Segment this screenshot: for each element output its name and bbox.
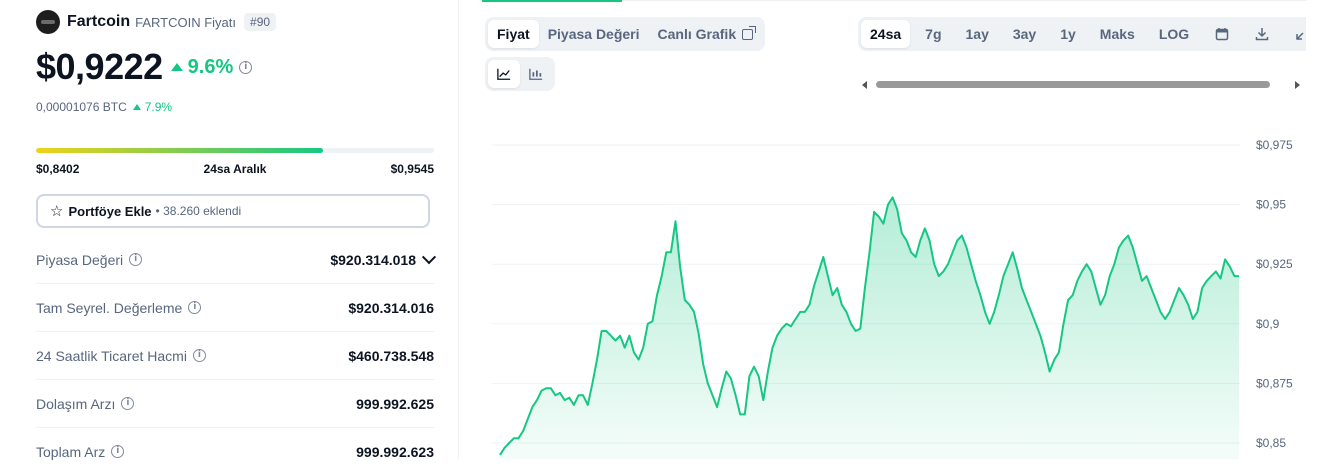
star-icon: ☆ (50, 202, 64, 220)
range-max[interactable]: Maks (1091, 20, 1144, 48)
range-1m[interactable]: 1ay (957, 20, 998, 48)
stat-label: Piyasa Değeri (36, 251, 124, 268)
download-icon (1255, 28, 1269, 41)
info-icon[interactable]: i (239, 60, 253, 74)
range-label[interactable]: 24sa Aralık (204, 162, 267, 176)
y-tick-label: $0,975 (1256, 138, 1293, 152)
stat-value: $460.738.548 (348, 347, 434, 364)
add-to-portfolio-button[interactable]: ☆ Portföye Ekle • 38.260 eklendi (36, 194, 430, 228)
stat-fdv: Tam Seyrel. Değerleme i $920.314.016 (36, 284, 434, 332)
stat-circulating-supply: Dolaşım Arzı i 999.992.625 (36, 380, 434, 428)
price-chart[interactable]: $0,975 $0,95 $0,925 $0,9 $0,875 $0,85 (482, 119, 1312, 459)
y-tick-label: $0,875 (1256, 376, 1293, 390)
stats-list: Piyasa Değeri i $920.314.018 Tam Seyrel. … (36, 236, 437, 475)
range-labels: $0,8402 24sa Aralık $0,9545 (36, 162, 434, 176)
stat-label: Toplam Arz (36, 443, 106, 460)
info-icon[interactable]: i (192, 349, 206, 362)
candlestick-icon (529, 68, 543, 80)
price-row: $0,9222 9.6% i (36, 46, 253, 88)
range-1y[interactable]: 1y (1051, 20, 1085, 48)
range-low: $0,8402 (36, 162, 80, 176)
stat-label: Dolaşım Arzı (36, 395, 116, 412)
tab-live-chart[interactable]: Canlı Grafik (649, 20, 763, 48)
range-bar (36, 148, 434, 153)
portfolio-label: Portföye Ekle (68, 203, 152, 219)
coin-symbol-label: FARTCOIN Fiyatı (135, 14, 237, 30)
download-button[interactable] (1246, 20, 1278, 48)
time-range-group: 24sa 7g 1ay 3ay 1y Maks LOG (858, 17, 1306, 51)
price-change-value: 9.6% (187, 55, 234, 78)
btc-change: 7.9% (132, 100, 173, 114)
chart-scrollbar[interactable] (862, 77, 1300, 91)
scroll-left-icon[interactable] (862, 81, 867, 89)
y-tick-label: $0,9 (1256, 317, 1280, 331)
info-icon[interactable]: i (188, 301, 202, 314)
y-tick-label: $0,95 (1256, 198, 1286, 212)
range-24h[interactable]: 24sa (861, 20, 911, 48)
info-icon[interactable]: i (129, 253, 143, 266)
range-high: $0,9545 (390, 162, 434, 176)
coin-logo (36, 10, 60, 34)
btc-price: 0,00001076 BTC (36, 100, 127, 114)
stat-total-supply: Toplam Arz i 999.992.623 (36, 428, 434, 475)
chevron-down-icon[interactable] (421, 249, 437, 264)
up-triangle-icon (132, 104, 141, 110)
divider (622, 0, 1307, 1)
rank-badge: #90 (244, 13, 277, 31)
range-3m[interactable]: 3ay (1004, 20, 1045, 48)
coin-header: Fartcoin FARTCOIN Fiyatı #90 (36, 10, 277, 34)
portfolio-added-count: • 38.260 eklendi (155, 204, 242, 218)
coin-summary-panel: Fartcoin FARTCOIN Fiyatı #90 $0,9222 9.6… (0, 0, 459, 460)
calendar-icon (1215, 28, 1229, 41)
candlestick-button[interactable] (520, 60, 552, 88)
info-icon[interactable]: i (111, 445, 125, 458)
info-icon[interactable]: i (121, 397, 135, 410)
line-chart-icon (497, 68, 511, 80)
active-section-indicator (482, 0, 622, 2)
stat-label: 24 Saatlik Ticaret Hacmi (36, 347, 187, 364)
coin-name: Fartcoin (67, 13, 131, 30)
up-triangle-icon (170, 63, 183, 71)
tab-price[interactable]: Fiyat (488, 20, 539, 48)
scrollbar-thumb[interactable] (876, 81, 1270, 88)
chart-type-group (485, 57, 555, 91)
stat-market-cap: Piyasa Değeri i $920.314.018 (36, 236, 437, 284)
btc-price-row: 0,00001076 BTC 7.9% (36, 100, 172, 114)
external-link-icon (742, 25, 757, 40)
stat-label: Tam Seyrel. Değerleme (36, 299, 183, 316)
log-scale-toggle[interactable]: LOG (1150, 20, 1198, 48)
range-7d[interactable]: 7g (916, 20, 950, 48)
stat-value: 999.992.623 (356, 443, 434, 460)
calendar-button[interactable] (1206, 20, 1238, 48)
stat-value: 999.992.625 (356, 395, 434, 412)
y-tick-label: $0,85 (1256, 436, 1286, 450)
stat-value: $920.314.016 (348, 299, 434, 316)
stat-volume-24h: 24 Saatlik Ticaret Hacmi i $460.738.548 (36, 332, 434, 380)
y-axis-labels: $0,975 $0,95 $0,925 $0,9 $0,875 $0,85 (1256, 138, 1293, 450)
scroll-right-icon[interactable] (1295, 81, 1300, 89)
range-bar-fill (36, 148, 323, 153)
stat-value: $920.314.018 (330, 251, 416, 268)
coin-price: $0,9222 (36, 46, 163, 87)
expand-icon (1296, 32, 1304, 40)
price-change-24h: 9.6% (170, 55, 234, 79)
tab-market-cap[interactable]: Piyasa Değeri (539, 20, 649, 48)
y-tick-label: $0,925 (1256, 257, 1293, 271)
chart-tab-group: Fiyat Piyasa Değeri Canlı Grafik (485, 17, 766, 51)
expand-button[interactable] (1286, 20, 1306, 48)
line-chart-button[interactable] (488, 60, 520, 88)
btc-change-value: 7.9% (144, 100, 173, 114)
